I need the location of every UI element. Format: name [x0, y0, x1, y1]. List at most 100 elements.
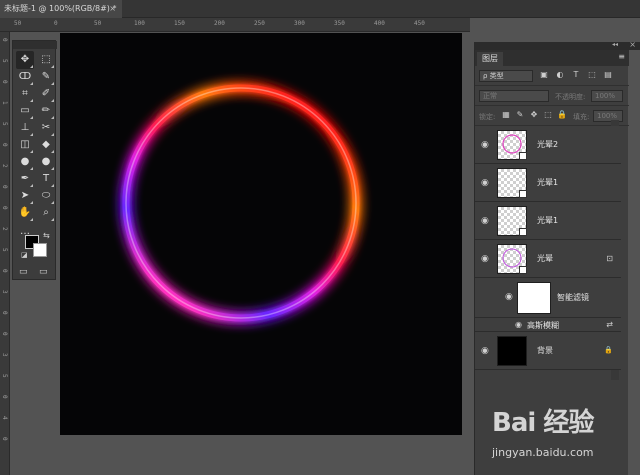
shape-filter-icon[interactable]: ⬚ [587, 70, 597, 80]
visibility-eye-icon[interactable]: ◉ [481, 140, 491, 150]
visibility-eye-icon[interactable]: ◉ [515, 320, 525, 330]
panel-menu-icon[interactable]: ≡ [618, 52, 625, 61]
lock-all-icon[interactable]: 🔒 [557, 110, 567, 120]
layer-row[interactable]: ◉ 光晕 ⊡ [475, 240, 621, 278]
ruler-tick-label: 2 [1, 227, 8, 231]
lock-icon: 🔒 [604, 346, 613, 354]
document-tab[interactable]: 未标题-1 @ 100%(RGB/8#) * × [0, 0, 122, 18]
ruler-tick-label: 0 [1, 395, 8, 399]
move-tool-icon[interactable]: ✥ [16, 51, 34, 69]
layer-thumbnail [497, 206, 527, 236]
eraser-tool-icon[interactable]: ◫ [16, 136, 34, 154]
pixel-filter-icon[interactable]: ▣ [539, 70, 549, 80]
tab-layers[interactable]: 图层 [477, 52, 503, 66]
zoom-tool-icon[interactable]: ⌕ [37, 204, 55, 222]
document-canvas[interactable] [60, 33, 462, 435]
close-tab-icon[interactable]: × [109, 0, 116, 18]
smart-object-badge-icon [519, 190, 527, 198]
ruler-tick-label: 250 [254, 20, 265, 27]
lock-label: 锁定: [479, 113, 496, 121]
document-tab-title: 未标题-1 @ 100%(RGB/8#) * [4, 4, 117, 13]
vertical-ruler[interactable]: 0 5 0 1 5 0 2 0 0 2 5 0 3 0 0 3 5 0 4 0 [0, 32, 10, 475]
lock-transparency-icon[interactable]: ▦ [501, 110, 511, 120]
ruler-tick-label: 450 [414, 20, 425, 27]
adjustment-filter-icon[interactable]: ◐ [555, 70, 565, 80]
fill-label: 填充: [573, 113, 590, 121]
layer-thumbnail [497, 168, 527, 198]
lock-row: 锁定: ▦ ✎ ✥ ⬚ 🔒 填充: 100% [475, 106, 629, 126]
dodge-tool-icon[interactable]: ● [37, 153, 55, 171]
ruler-tick-label: 300 [294, 20, 305, 27]
blur-tool-icon[interactable]: ● [16, 153, 34, 171]
filter-item-row[interactable]: ◉ 高斯模糊 ⇄ [475, 318, 621, 332]
ruler-tick-label: 0 [54, 20, 58, 27]
ruler-tick-label: 5 [1, 248, 8, 252]
eyedropper-tool-icon[interactable]: ✐ [37, 85, 55, 103]
lock-position-icon[interactable]: ✥ [529, 110, 539, 120]
shape-tool-icon[interactable]: ⬭ [37, 187, 55, 205]
type-filter-icon[interactable]: T [571, 70, 581, 80]
ruler-tick-label: 0 [1, 185, 8, 189]
ruler-tick-label: 150 [174, 20, 185, 27]
visibility-eye-icon[interactable]: ◉ [481, 178, 491, 188]
filter-kind-select[interactable]: ρ 类型 [479, 70, 533, 82]
panel-dock-header: ◂◂ × [474, 40, 640, 50]
default-colors-icon[interactable]: ◪ [21, 251, 28, 259]
blend-mode-select[interactable]: 正常 [479, 90, 549, 102]
horizontal-ruler[interactable]: 50 0 50 100 150 200 250 300 350 400 450 [0, 18, 470, 32]
smart-object-badge-icon [519, 228, 527, 236]
layer-filter-row: ρ 类型 ▣ ◐ T ⬚ ▤ [475, 66, 629, 86]
marquee-tool-icon[interactable]: ⬚ [37, 51, 55, 69]
ruler-tick-label: 200 [214, 20, 225, 27]
smart-filter-mask-row[interactable]: ◉ 智能滤镜 [475, 278, 621, 318]
layer-row[interactable]: ◉ 光晕1 [475, 164, 621, 202]
paint-bucket-tool-icon[interactable]: ◆ [37, 136, 55, 154]
toolbar-grip[interactable] [13, 41, 57, 49]
visibility-eye-icon[interactable]: ◉ [481, 254, 491, 264]
document-tab-bar: 未标题-1 @ 100%(RGB/8#) * × [0, 0, 640, 18]
frame-tool-icon[interactable]: ▭ [16, 102, 34, 120]
smart-object-filter-icon[interactable]: ▤ [603, 70, 613, 80]
ruler-tick-label: 100 [134, 20, 145, 27]
visibility-eye-icon[interactable]: ◉ [481, 216, 491, 226]
watermark-logo: Bai 经验 [492, 408, 594, 438]
ruler-tick-label: 0 [1, 332, 8, 336]
ruler-tick-label: 3 [1, 290, 8, 294]
layer-row[interactable]: ◉ 光晕2 [475, 126, 621, 164]
opacity-label: 不透明度: [555, 93, 586, 101]
opacity-input[interactable]: 100% [591, 90, 623, 102]
layer-name: 智能滤镜 [557, 293, 589, 302]
layer-name: 高斯模糊 [527, 321, 559, 330]
lock-artboard-icon[interactable]: ⬚ [543, 110, 553, 120]
glow-ring [122, 84, 360, 322]
stamp-tool-icon[interactable]: ⊥ [16, 119, 34, 137]
background-color-swatch[interactable] [33, 243, 47, 257]
quick-mask-icon[interactable]: ▭ [19, 267, 28, 277]
collapse-panel-icon[interactable]: ◂◂ [612, 41, 618, 48]
filter-mask-thumbnail[interactable] [517, 282, 551, 314]
history-brush-tool-icon[interactable]: ✂ [37, 119, 55, 137]
visibility-eye-icon[interactable]: ◉ [481, 346, 491, 356]
layer-row[interactable]: ◉ 背景 🔒 [475, 332, 621, 370]
type-tool-icon[interactable]: T [37, 170, 55, 188]
pen-tool-icon[interactable]: ✒ [16, 170, 34, 188]
smart-filter-indicator-icon[interactable]: ⊡ [606, 254, 613, 263]
layer-row[interactable]: ◉ 光晕1 [475, 202, 621, 240]
visibility-eye-icon[interactable]: ◉ [505, 292, 515, 302]
tools-panel: ✥ ⬚ ↀ ✎ ⌗ ✐ ▭ ✏ ⊥ ✂ ◫ ◆ ● ● ✒ T ➤ ⬭ ✋ ⌕… ⇆ ◪ ▭ ▭ [12, 40, 57, 280]
crop-tool-icon[interactable]: ⌗ [16, 85, 34, 103]
layer-name: 背景 [537, 346, 553, 355]
hand-tool-icon[interactable]: ✋ [16, 204, 34, 222]
lasso-tool-icon[interactable]: ↀ [16, 68, 34, 86]
quick-select-tool-icon[interactable]: ✎ [37, 68, 55, 86]
path-select-tool-icon[interactable]: ➤ [16, 187, 34, 205]
brush-tool-icon[interactable]: ✏ [37, 102, 55, 120]
smart-object-badge-icon [519, 266, 527, 274]
layer-name: 光晕1 [537, 178, 559, 187]
screen-mode-icon[interactable]: ▭ [39, 267, 48, 277]
filter-options-icon[interactable]: ⇄ [606, 320, 613, 329]
ruler-tick-label: 0 [1, 38, 8, 42]
close-panel-icon[interactable]: × [629, 40, 636, 49]
lock-pixels-icon[interactable]: ✎ [515, 110, 525, 120]
swap-colors-icon[interactable]: ⇆ [43, 231, 50, 240]
